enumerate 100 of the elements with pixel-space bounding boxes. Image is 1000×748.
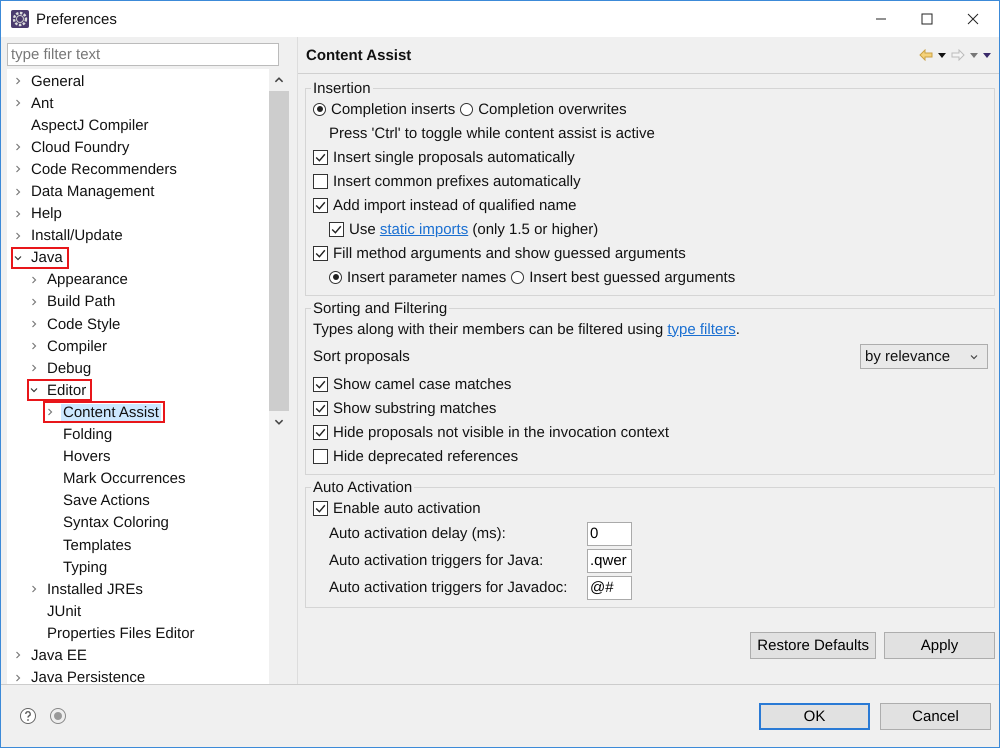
chevron-right-icon[interactable] [13,76,23,86]
checkbox[interactable] [313,198,328,212]
radio-button[interactable] [511,270,524,284]
sort-dropdown[interactable]: by relevance [860,344,988,369]
radio-label: Insert parameter names [347,268,506,286]
tree-item[interactable]: Data Management [13,183,156,200]
chevron-right-icon[interactable] [13,672,23,683]
input-field[interactable]: @# [587,576,632,600]
checkbox[interactable] [329,222,344,236]
tree-item[interactable]: Code Recommenders [13,160,179,178]
tree-item[interactable]: Appearance [29,271,130,288]
tree-item[interactable]: Mark Occurrences [45,470,188,488]
checkbox-label: (only 1.5 or higher) [471,220,598,238]
scrollbar[interactable] [269,69,289,684]
chevron-right-icon[interactable] [29,341,39,352]
dropdown-arrow-icon[interactable] [938,52,946,58]
chevron-right-icon[interactable] [45,407,55,418]
checkbox-label: Show camel case matches [333,376,512,392]
tree-item[interactable]: Save Actions [45,492,152,510]
close-icon[interactable] [967,13,979,25]
checkbox-label: Insert single proposals automatically [333,148,575,166]
tree-item[interactable]: Compiler [29,338,110,355]
tree-item[interactable]: Syntax Coloring [45,514,171,532]
tree-item[interactable]: Hovers [45,448,113,466]
chevron-right-icon[interactable] [13,186,23,197]
help-icon[interactable] [19,707,37,725]
chevron-right-icon[interactable] [13,142,23,152]
chevron-right-icon[interactable] [29,296,39,307]
radio-button[interactable] [313,102,326,116]
group-title: Sorting and Filtering [312,300,448,317]
filter-field[interactable]: type filter text [7,43,279,66]
scrollbar-thumb[interactable] [269,91,289,411]
tree-item[interactable]: Build Path [29,293,118,310]
tree-item[interactable]: Cloud Foundry [13,138,132,156]
chevron-right-icon[interactable] [13,98,23,108]
radio-button[interactable] [329,270,342,284]
tree-item[interactable]: Ant [13,94,56,112]
menu-arrow-icon[interactable] [983,52,991,58]
radio-label: Completion inserts [331,100,456,118]
tree-item[interactable]: Editor [29,382,88,399]
checkbox-label: Add import instead of qualified name [333,196,576,214]
field-label: Auto activation triggers for Javadoc: [329,579,568,596]
chevron-right-icon[interactable] [29,274,39,285]
record-icon[interactable] [49,707,67,725]
input-field[interactable]: 0 [587,522,632,546]
checkbox[interactable] [313,400,328,416]
checkbox-label: Use [349,220,377,238]
tree-item[interactable]: Install/Update [13,227,125,244]
checkbox[interactable] [313,424,328,440]
checkbox[interactable] [313,174,328,188]
description-text: Types along with their members can be filtered using [313,320,664,338]
tree-item[interactable]: Folding [45,426,114,444]
page-button[interactable]: Apply [884,632,995,659]
checkbox[interactable] [313,246,328,260]
chevron-right-icon[interactable] [29,363,39,374]
tree-item[interactable]: Code Style [29,316,122,333]
description-text: . [736,320,740,338]
checkbox[interactable] [313,448,328,464]
page-button[interactable]: Restore Defaults [750,632,876,659]
tree-item[interactable]: JUnit [29,602,84,620]
tree-item[interactable]: Java EE [13,646,89,664]
window-title: Preferences [36,10,117,28]
gear-icon [10,9,30,29]
checkbox-label: Hide proposals not visible in the invocation context [333,424,670,440]
chevron-right-icon[interactable] [29,584,39,594]
tree-item[interactable]: Java [13,249,65,266]
maximize-icon[interactable] [921,13,933,25]
chevron-right-icon[interactable] [13,230,23,241]
tree-item[interactable]: Properties Files Editor [29,624,197,642]
checkbox-label: Enable auto activation [333,500,481,516]
tree-item[interactable]: Installed JREs [29,580,145,598]
checkbox[interactable] [313,376,328,392]
group-title: Auto Activation [312,479,414,496]
chevron-right-icon[interactable] [13,650,23,660]
tree-item[interactable]: Templates [45,536,134,554]
radio-label: Completion overwrites [478,100,627,118]
checkbox[interactable] [313,500,328,516]
chevron-right-icon[interactable] [13,208,23,219]
group-title: Insertion [312,80,372,97]
tree-item[interactable]: Help [13,205,64,222]
link[interactable]: type filters [667,320,736,338]
tree-item[interactable]: Java Persistence [13,669,148,684]
hint-text: Press 'Ctrl' to toggle while content assist is active [328,124,656,144]
field-label: Auto activation delay (ms): [329,525,507,542]
input-field[interactable]: .qwer [587,548,632,572]
checkbox-label: Fill method arguments and show guessed arguments [333,244,686,262]
tree-item[interactable]: General [13,72,86,90]
page-title: Content Assist [306,46,412,64]
field-label: Auto activation triggers for Java: [329,552,544,569]
tree-item[interactable]: Debug [29,360,94,377]
dialog-button[interactable]: OK [759,702,870,730]
radio-button[interactable] [460,102,474,116]
field-label: Sort proposals [313,348,410,365]
checkbox[interactable] [313,150,328,164]
chevron-right-icon[interactable] [13,164,23,174]
link[interactable]: static imports [380,220,468,238]
dialog-button[interactable]: Cancel [880,702,991,730]
tree-item[interactable]: AspectJ Compiler [13,116,151,134]
tree-item[interactable]: Typing [45,558,110,576]
chevron-right-icon[interactable] [29,319,39,330]
